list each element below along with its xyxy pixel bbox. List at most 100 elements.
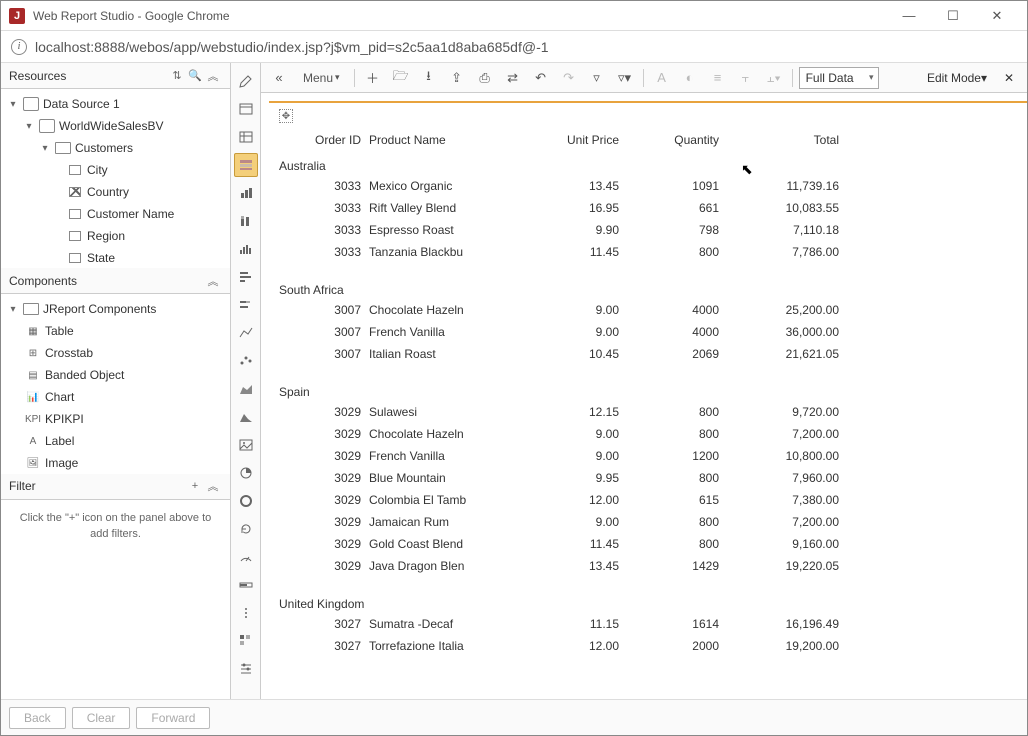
table-row[interactable]: 3033Mexico Organic13.45109111,739.16 xyxy=(279,175,1019,197)
add-filter-icon[interactable]: + xyxy=(186,477,204,495)
search-icon[interactable]: 🔍 xyxy=(186,67,204,85)
indicators-icon[interactable] xyxy=(234,629,258,653)
table-row[interactable]: 3029Jamaican Rum9.008007,200.00 xyxy=(279,511,1019,533)
table-row[interactable]: 3007Chocolate Hazeln9.00400025,200.00 xyxy=(279,299,1019,321)
tree-folder-customers[interactable]: ▾ Customers xyxy=(1,137,230,159)
print-icon[interactable]: ⎙ xyxy=(473,66,497,90)
open-icon[interactable]: 🗁 xyxy=(389,66,413,90)
tree-field[interactable]: State xyxy=(1,247,230,268)
link-icon[interactable]: ⇄ xyxy=(501,66,525,90)
column-chart-icon[interactable] xyxy=(234,237,258,261)
collapse-icon[interactable]: ︽ xyxy=(204,477,222,495)
minimize-button[interactable]: — xyxy=(887,1,931,31)
clear-button[interactable]: Clear xyxy=(72,707,131,729)
component-item[interactable]: ▦Table xyxy=(1,320,230,342)
tree-field[interactable]: Region xyxy=(1,225,230,247)
close-window-button[interactable]: ✕ xyxy=(975,1,1019,31)
tree-field[interactable]: Customer Name xyxy=(1,203,230,225)
crosstab-icon[interactable] xyxy=(234,125,258,149)
twisty-icon[interactable]: ▾ xyxy=(7,304,19,315)
banded-icon[interactable] xyxy=(234,153,258,177)
maximize-button[interactable]: ☐ xyxy=(931,1,975,31)
tree-field[interactable]: Country xyxy=(1,181,230,203)
refresh-icon[interactable] xyxy=(234,517,258,541)
forward-button[interactable]: Forward xyxy=(136,707,210,729)
image-icon[interactable] xyxy=(234,433,258,457)
table-row[interactable]: 3033Rift Valley Blend16.9566110,083.55 xyxy=(279,197,1019,219)
save-icon[interactable]: ⭳ xyxy=(417,66,441,90)
more-icon[interactable] xyxy=(234,601,258,625)
collapse-icon[interactable]: ︽ xyxy=(204,67,222,85)
table-row[interactable]: 3027Torrefazione Italia12.00200019,200.0… xyxy=(279,635,1019,657)
table-row[interactable]: 3029Colombia El Tamb12.006157,380.00 xyxy=(279,489,1019,511)
sort-icon[interactable]: ⇅ xyxy=(168,67,186,85)
table-row[interactable]: 3029Sulawesi12.158009,720.00 xyxy=(279,401,1019,423)
table-row[interactable]: 3029Blue Mountain9.958007,960.00 xyxy=(279,467,1019,489)
pie-icon[interactable] xyxy=(234,461,258,485)
group-label[interactable]: United Kingdom xyxy=(279,591,1019,613)
data-mode-select[interactable]: Full Data xyxy=(799,67,879,89)
line-chart-icon[interactable] xyxy=(234,321,258,345)
back-button[interactable]: Back xyxy=(9,707,66,729)
group-label[interactable]: Australia xyxy=(279,153,1019,175)
settings-icon[interactable] xyxy=(234,657,258,681)
twisty-icon[interactable]: ▾ xyxy=(7,99,19,110)
table-row[interactable]: 3029French Vanilla9.00120010,800.00 xyxy=(279,445,1019,467)
redo-icon[interactable]: ↷ xyxy=(557,66,581,90)
new-icon[interactable]: ＋ xyxy=(361,66,385,90)
component-item[interactable]: ▤Banded Object xyxy=(1,364,230,386)
header-qty[interactable]: Quantity xyxy=(619,133,719,147)
close-panel-icon[interactable]: ✕ xyxy=(997,71,1021,85)
tree-datasource[interactable]: ▾ Data Source 1 xyxy=(1,93,230,115)
site-info-icon[interactable]: i xyxy=(11,39,27,55)
header-order-id[interactable]: Order ID xyxy=(279,133,369,147)
table-row[interactable]: 3029Chocolate Hazeln9.008007,200.00 xyxy=(279,423,1019,445)
gauge-icon[interactable] xyxy=(234,545,258,569)
component-item[interactable]: ⊞Crosstab xyxy=(1,342,230,364)
component-item[interactable]: KPIKPIKPI xyxy=(1,408,230,430)
component-item[interactable]: ALabel xyxy=(1,430,230,452)
hstacked-icon[interactable] xyxy=(234,293,258,317)
filter-dropdown-icon[interactable]: ▿▾ xyxy=(613,66,637,90)
tree-field[interactable]: City xyxy=(1,159,230,181)
report-canvas[interactable]: ⬉ ✥ Order ID Product Name Unit Price Qua… xyxy=(261,93,1027,699)
filter-icon[interactable]: ▿ xyxy=(585,66,609,90)
table-row[interactable]: 3033Tanzania Blackbu11.458007,786.00 xyxy=(279,241,1019,263)
table-row[interactable]: 3029Java Dragon Blen13.45142919,220.05 xyxy=(279,555,1019,577)
components-group[interactable]: ▾ JReport Components xyxy=(1,298,230,320)
bullet-icon[interactable] xyxy=(234,573,258,597)
twisty-icon[interactable]: ▾ xyxy=(23,121,35,132)
donut-icon[interactable] xyxy=(234,489,258,513)
report-surface[interactable]: ⬉ ✥ Order ID Product Name Unit Price Qua… xyxy=(269,101,1027,699)
area-chart-icon[interactable] xyxy=(234,377,258,401)
header-price[interactable]: Unit Price xyxy=(509,133,619,147)
mountain-icon[interactable] xyxy=(234,405,258,429)
component-item[interactable]: 📊Chart xyxy=(1,386,230,408)
url-text[interactable]: localhost:8888/webos/app/webstudio/index… xyxy=(35,39,549,55)
table-row[interactable]: 3027Sumatra -Decaf11.15161416,196.49 xyxy=(279,613,1019,635)
table-row[interactable]: 3007Italian Roast10.45206921,621.05 xyxy=(279,343,1019,365)
table-row[interactable]: 3007French Vanilla9.00400036,000.00 xyxy=(279,321,1019,343)
twisty-icon[interactable]: ▾ xyxy=(39,143,51,154)
collapse-icon[interactable]: ︽ xyxy=(204,272,222,290)
bar-chart-icon[interactable] xyxy=(234,181,258,205)
scatter-icon[interactable] xyxy=(234,349,258,373)
undo-icon[interactable]: ↶ xyxy=(529,66,553,90)
edit-mode-button[interactable]: Edit Mode ▾ xyxy=(921,71,993,85)
table-row[interactable]: 3029Gold Coast Blend11.458009,160.00 xyxy=(279,533,1019,555)
group-label[interactable]: Spain xyxy=(279,379,1019,401)
table-row[interactable]: 3033Espresso Roast9.907987,110.18 xyxy=(279,219,1019,241)
menu-button[interactable]: Menu xyxy=(295,66,348,90)
move-handle-icon[interactable]: ✥ xyxy=(279,109,293,123)
export-icon[interactable]: ⇪ xyxy=(445,66,469,90)
pencil-icon[interactable] xyxy=(234,69,258,93)
group-label[interactable]: South Africa xyxy=(279,277,1019,299)
collapse-left-icon[interactable]: « xyxy=(267,66,291,90)
tree-dataset[interactable]: ▾ WorldWideSalesBV xyxy=(1,115,230,137)
header-total[interactable]: Total xyxy=(719,133,839,147)
component-item[interactable]: 🖼Image xyxy=(1,452,230,473)
stacked-bar-icon[interactable] xyxy=(234,209,258,233)
header-product[interactable]: Product Name xyxy=(369,133,509,147)
table-icon[interactable] xyxy=(234,97,258,121)
hbar-icon[interactable] xyxy=(234,265,258,289)
